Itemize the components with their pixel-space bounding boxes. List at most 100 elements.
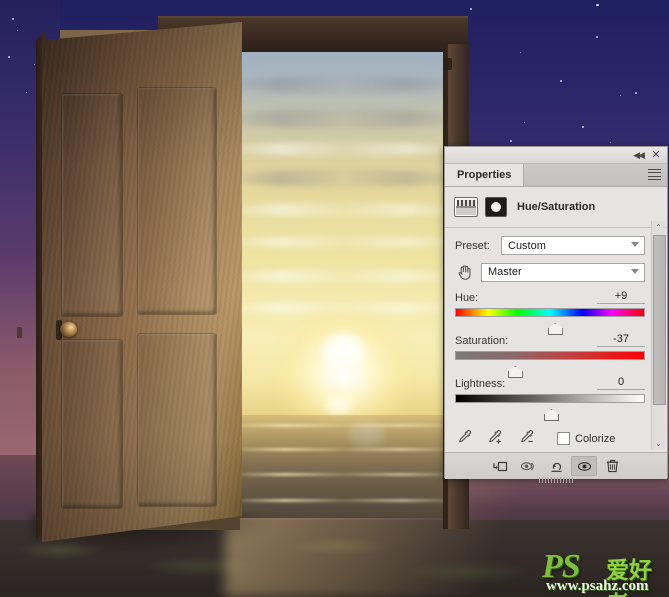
screenshot-canvas: ◀◀ ✕ Properties Hue/Saturation Preset: C… — [0, 0, 669, 597]
lightness-slider-track[interactable] — [455, 394, 645, 403]
lightness-row: Lightness: 0 — [455, 375, 645, 390]
cloud-band — [237, 170, 450, 187]
star — [635, 92, 637, 94]
saturation-slider-block: Saturation: -37 — [455, 332, 645, 378]
eyedropper-plus-icon[interactable] — [485, 428, 505, 449]
panel-body: Hue/Saturation Preset: Custom Master Hue… — [445, 187, 667, 483]
toggle-previous-state-button[interactable] — [515, 456, 541, 476]
preset-value: Custom — [508, 239, 546, 252]
lightness-slider-thumb[interactable] — [544, 409, 559, 421]
open-door — [42, 22, 242, 542]
star — [596, 36, 598, 38]
reset-button[interactable] — [543, 456, 569, 476]
cloud-band — [237, 268, 450, 283]
star — [520, 52, 521, 53]
star — [582, 126, 584, 128]
hue-slider-thumb[interactable] — [547, 323, 563, 335]
cloud-band — [237, 203, 450, 218]
star — [620, 95, 621, 96]
hue-row: Hue: +9 — [455, 289, 645, 304]
panel-tab-row: Properties — [445, 164, 667, 187]
lightness-label: Lightness: — [455, 378, 506, 390]
hue-value[interactable]: +9 — [597, 290, 645, 304]
channel-row: Master — [455, 262, 645, 282]
saturation-slider-thumb[interactable] — [507, 366, 523, 378]
star — [26, 92, 27, 93]
cloud-band — [237, 76, 450, 93]
colorize-option[interactable]: Colorize — [557, 432, 615, 445]
hinge — [444, 58, 452, 70]
scroll-down-icon[interactable]: ⌄ — [652, 437, 665, 449]
wave-highlight — [237, 447, 450, 451]
door-panel-bottom-left — [62, 340, 122, 508]
panel-resize-grip[interactable] — [539, 477, 573, 483]
star — [610, 142, 611, 143]
sea-surface — [237, 414, 450, 518]
colorize-label: Colorize — [575, 432, 616, 445]
eyedropper-icon[interactable] — [455, 428, 473, 449]
hand-tool-cursor-icon — [455, 262, 475, 282]
lightness-value[interactable]: 0 — [597, 376, 645, 390]
panel-scrollbar[interactable]: ⌃ ⌄ — [651, 221, 666, 449]
close-icon[interactable]: ✕ — [649, 149, 663, 161]
sun-core — [317, 330, 370, 373]
chevron-down-icon — [631, 242, 639, 247]
wave-highlight — [237, 473, 450, 477]
door-panel-bottom-right — [138, 334, 216, 506]
channel-dropdown[interactable]: Master — [481, 262, 645, 282]
star — [34, 64, 35, 65]
tab-properties[interactable]: Properties — [445, 164, 525, 186]
chevron-down-icon — [631, 268, 639, 274]
star — [12, 18, 14, 20]
preset-row: Preset: Custom — [455, 236, 645, 255]
hue-slider-track[interactable] — [455, 308, 645, 317]
watermark-url: www.psahz.com — [546, 578, 649, 594]
panel-footer-toolbar — [445, 452, 667, 483]
saturation-value[interactable]: -37 — [597, 333, 645, 347]
door-panel-top-left — [62, 94, 122, 316]
cloud-band — [237, 142, 450, 157]
preset-dropdown[interactable]: Custom — [501, 236, 645, 255]
eyedropper-row: Colorize — [455, 428, 645, 449]
watermark: PS 爱好者 www.psahz.com — [542, 548, 666, 597]
star — [524, 122, 525, 123]
hue-slider-block: Hue: +9 — [455, 289, 645, 335]
eyedropper-minus-icon[interactable] — [517, 428, 537, 449]
wave-highlight — [237, 499, 450, 503]
wave-highlight — [237, 424, 450, 427]
adjustment-layer-thumbnail-icon — [454, 197, 478, 217]
star — [596, 4, 599, 6]
scrollbar-thumb[interactable] — [653, 235, 666, 405]
channel-value: Master — [488, 266, 522, 278]
star — [470, 8, 472, 10]
saturation-slider-track[interactable] — [455, 351, 645, 360]
star — [560, 80, 562, 82]
star — [8, 56, 10, 58]
door-panel-top-right — [138, 88, 216, 314]
star — [17, 30, 18, 31]
preset-label: Preset: — [455, 239, 490, 252]
clip-to-layer-button[interactable] — [487, 456, 513, 476]
cloud-band — [237, 236, 450, 248]
panel-titlebar[interactable]: ◀◀ ✕ — [445, 147, 667, 164]
toggle-layer-visibility-button[interactable] — [571, 456, 597, 476]
delete-layer-button[interactable] — [599, 456, 625, 476]
scroll-up-icon[interactable]: ⌃ — [652, 221, 665, 233]
panel-content: Preset: Custom Master Hue: +9 Saturation… — [445, 228, 667, 472]
saturation-label: Saturation: — [455, 335, 509, 347]
colorize-checkbox[interactable] — [557, 432, 570, 445]
collapse-to-icons-icon[interactable]: ◀◀ — [631, 149, 645, 161]
cloud-band — [237, 109, 450, 128]
adjustment-header: Hue/Saturation — [445, 187, 667, 227]
hue-label: Hue: — [455, 292, 479, 304]
star — [510, 140, 512, 142]
layer-mask-thumbnail-icon — [485, 197, 507, 217]
panel-menu-icon[interactable] — [648, 169, 661, 180]
adjustment-title: Hue/Saturation — [517, 201, 596, 213]
doorway-opening — [237, 48, 450, 518]
strike-plate — [17, 327, 22, 338]
sun-reflection-upper — [322, 391, 357, 417]
lightness-slider-block: Lightness: 0 — [455, 375, 645, 421]
properties-panel: ◀◀ ✕ Properties Hue/Saturation Preset: C… — [444, 146, 668, 483]
doorknob — [60, 322, 77, 337]
